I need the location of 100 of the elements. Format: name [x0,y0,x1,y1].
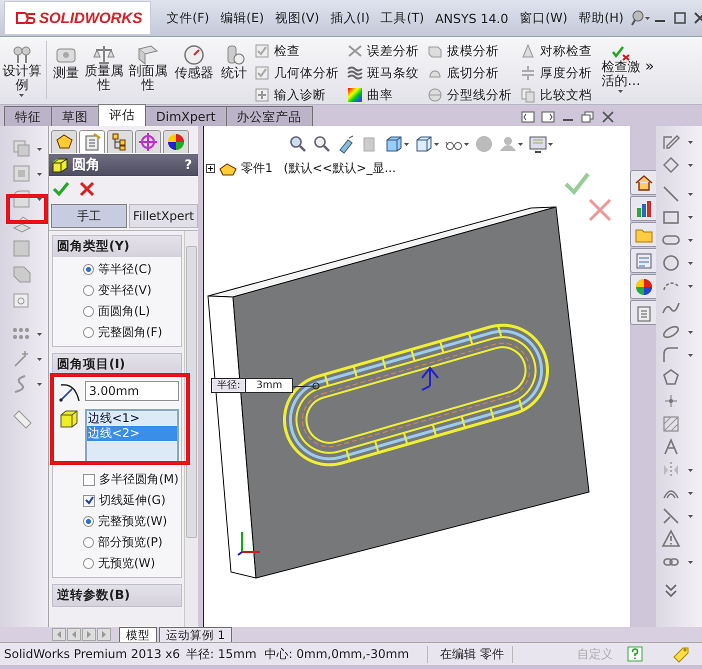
gauge-icon [182,43,206,65]
cube-menu-icon[interactable] [414,134,440,154]
radio-button[interactable] [83,558,94,569]
clipboard-icon[interactable] [630,300,657,325]
monitor-menu-icon[interactable] [528,134,554,154]
command-tab[interactable]: DimXpert [145,106,227,126]
highlight-frame [6,194,48,224]
help-icon[interactable] [626,646,643,662]
callout-label: 半径: [216,379,242,392]
panel-tab[interactable] [51,130,77,153]
menu-item[interactable]: 窗口(W) [514,8,572,28]
option-label: 切线延伸(G) [99,492,166,509]
ribbon-button[interactable]: 输入诊断 [254,85,339,105]
mode-tab[interactable]: 手工 [51,204,127,228]
option-label: 完整预览(W) [98,513,168,530]
menu-item[interactable]: ANSYS 14.0 [430,8,514,28]
menu-item[interactable]: 帮助(H) [573,8,629,28]
edge-list[interactable]: 边线<1> 边线<2> [85,409,179,463]
checkbox[interactable] [83,474,95,486]
folder-icon[interactable] [630,222,657,247]
cube-menu-icon[interactable] [384,134,410,154]
menu-item[interactable]: 插入(I) [325,8,375,28]
document-tab[interactable]: 运动算例 1 [159,626,232,642]
tile-right-icon[interactable] [540,110,556,124]
ribbon-button[interactable]: 厚度分析 [520,63,592,83]
radio-button[interactable] [83,537,94,548]
ribbon-button[interactable]: 设计算例 [2,41,42,98]
scroll-bar[interactable] [184,231,198,627]
ribbon-button[interactable]: 检查 [254,41,339,61]
bar-chart-icon[interactable] [630,196,657,221]
fillet-cube-icon [51,156,69,174]
panel-tab[interactable] [107,130,133,153]
ribbon-button[interactable]: 底切分析 [427,63,512,83]
zoom-fit-icon[interactable] [288,134,308,154]
command-tab[interactable]: 办公室产品 [226,106,313,126]
balance-scale-icon [92,43,116,65]
rounded-box-menu-icon[interactable] [11,188,45,210]
ok-icon[interactable] [51,180,71,198]
tree-item[interactable]: 零件1 [241,160,273,177]
thickness-icon [520,65,536,81]
menu-item[interactable]: 编辑(E) [215,8,269,28]
mode-tab[interactable]: FilletXpert [129,204,198,228]
ribbon-button[interactable]: 测量 [51,41,81,81]
radius-field[interactable]: 3.00mm [85,381,179,401]
checkbox[interactable] [83,494,95,506]
option-label: 面圆角(L) [98,303,150,320]
ribbon-button[interactable]: 误差分析 [347,41,419,61]
group-title[interactable]: 逆转参数(B) [53,585,181,606]
overflow-button[interactable]: » [645,41,654,75]
radio-button[interactable] [83,264,94,275]
option-label: 部分预览(P) [98,534,163,551]
maximize-icon[interactable] [672,11,688,25]
caret-icon [18,93,26,98]
ribbon-button[interactable]: 几何体分析 [254,63,339,83]
cancel-icon[interactable] [77,180,97,198]
ribbon-button[interactable]: 质量属性 [83,41,125,93]
ribbon-button[interactable]: 检查激活的… [599,41,643,94]
checkbox-icon [254,65,270,81]
ribbon-button[interactable]: 对称检查 [520,41,592,61]
callout-value: 3mm [245,379,292,392]
panel-title: 圆角 [72,156,101,174]
zoom-area-icon[interactable] [312,134,332,154]
ribbon-button[interactable]: 统计 [219,41,249,81]
help-button[interactable]: ? [184,158,192,172]
option-label: 等半径(C) [98,261,152,278]
list-item[interactable]: 边线<1> [87,411,177,426]
menu-item[interactable]: 文件(F) [161,8,214,28]
status-text: 中心: 0mm,0mm,-30mm [264,646,428,662]
part-icon[interactable] [218,160,238,176]
home-icon[interactable] [630,170,657,195]
rainbow-square-icon [347,87,363,103]
panel-tab[interactable] [79,130,105,153]
tag-icon[interactable] [672,645,690,663]
menu-item[interactable]: 工具(T) [376,8,430,28]
group-title[interactable]: 圆角项目(I) [53,354,181,375]
radio-button[interactable] [83,306,94,317]
restore-icon[interactable] [580,110,596,124]
radio-button[interactable] [83,285,94,296]
command-tab[interactable]: 草图 [51,106,99,126]
document-tab[interactable]: 模型 [119,626,157,642]
ribbon-button[interactable]: 拔模分析 [427,41,512,61]
expand-plus-icon[interactable] [206,164,215,173]
ribbon-button[interactable]: 传感器 [171,41,217,81]
panel-tab[interactable] [163,130,189,153]
tile-left-icon[interactable] [520,110,536,124]
radio-button[interactable] [83,516,94,527]
radio-button[interactable] [83,327,94,338]
group-title[interactable]: 圆角类型(Y) [53,236,181,257]
option-label: 变半径(V) [98,282,152,299]
command-tab[interactable]: 特征 [4,106,52,126]
ribbon-button[interactable]: 斑马条纹 [347,63,419,83]
ribbon-button[interactable]: 比较文档 [520,85,592,105]
close-icon[interactable] [600,110,616,124]
ribbon-button[interactable]: 曲率 [347,85,419,105]
ribbon-button[interactable]: 剖面属性 [127,41,169,93]
command-tab[interactable]: 评估 [98,104,146,126]
checkbox-icon [254,43,270,59]
menu-item[interactable]: 视图(V) [270,8,324,28]
ribbon-button[interactable]: 分型线分析 [427,85,512,105]
option-label: 完整圆角(F) [98,324,162,341]
